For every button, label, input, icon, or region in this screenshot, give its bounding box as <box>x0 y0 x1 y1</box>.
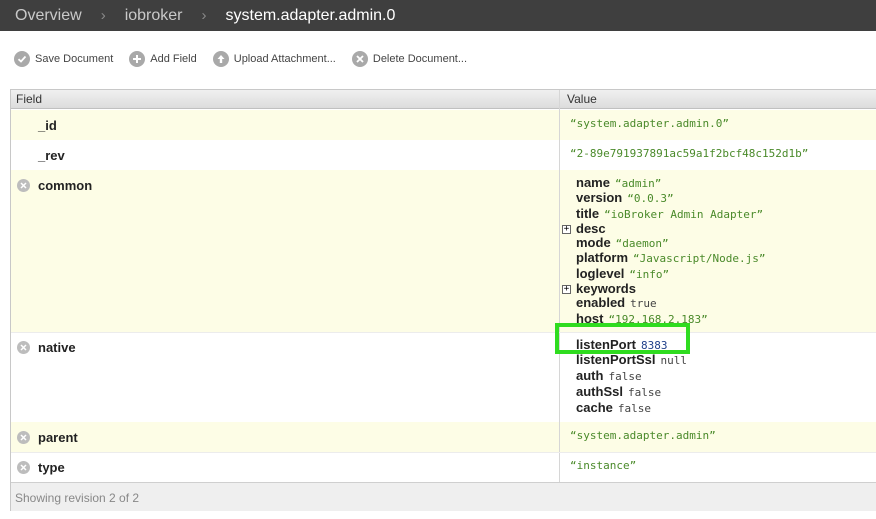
plus-icon <box>129 51 146 67</box>
breadcrumb-database[interactable]: iobroker <box>125 7 183 25</box>
table-row-rev[interactable]: _rev “2-89e791937891ac59a1f2bcf48c152d1b… <box>11 140 876 170</box>
value-cell[interactable]: “2-89e791937891ac59a1f2bcf48c152d1b” <box>560 140 876 170</box>
delete-document-label: Delete Document... <box>372 53 468 65</box>
close-icon <box>351 51 368 67</box>
breadcrumb-overview[interactable]: Overview <box>15 7 82 25</box>
delete-field-icon[interactable] <box>17 431 30 444</box>
value-cell[interactable]: name “admin” version “0.0.3” title “ioBroke… <box>560 170 876 332</box>
field-value: “system.adapter.admin” <box>570 429 716 442</box>
object-entry: enabled true <box>576 295 657 310</box>
table-row-id[interactable]: _id “system.adapter.admin.0” <box>11 110 876 140</box>
field-column-header: Field <box>16 92 43 106</box>
field-name: type <box>38 460 65 475</box>
table-row-type[interactable]: type “instance” <box>11 452 876 482</box>
highlight-box <box>555 323 690 354</box>
value-cell[interactable]: “instance” <box>560 452 876 482</box>
arrow-up-icon <box>212 51 229 67</box>
value-cell[interactable]: “system.adapter.admin.0” <box>560 110 876 140</box>
delete-field-icon[interactable] <box>17 179 30 192</box>
object-entry: authSsl false <box>576 384 662 399</box>
add-field-label: Add Field <box>150 53 197 65</box>
object-entry: platform “Javascript/Node.js” <box>576 250 766 265</box>
table-row-common[interactable]: common name “admin” version “0.0.3” title “… <box>11 170 876 332</box>
object-entry: cache false <box>576 400 651 415</box>
object-entry: listenPortSsl null <box>576 352 687 367</box>
checkmark-icon <box>14 51 30 67</box>
row-divider <box>11 452 876 453</box>
column-divider <box>559 90 560 482</box>
expand-icon[interactable]: + <box>562 285 571 294</box>
row-divider <box>11 332 876 333</box>
value-cell[interactable]: “system.adapter.admin” <box>560 422 876 452</box>
revision-status: Showing revision 2 of 2 <box>15 491 140 505</box>
save-document-button[interactable]: Save Document <box>14 51 113 67</box>
object-entry: version “0.0.3” <box>576 190 674 205</box>
field-name: _rev <box>38 148 65 163</box>
field-value: “instance” <box>570 459 637 472</box>
add-field-button[interactable]: Add Field <box>129 51 197 67</box>
save-document-label: Save Document <box>35 53 114 65</box>
field-name: _id <box>38 118 57 133</box>
field-value: “system.adapter.admin.0” <box>570 117 729 130</box>
object-entry: mode “daemon” <box>576 235 669 250</box>
field-value: “2-89e791937891ac59a1f2bcf48c152d1b” <box>570 147 809 160</box>
table-header: Field Value <box>11 90 876 109</box>
document-fields-table: Field Value _id “system.adapter.admin.0”… <box>10 89 876 511</box>
upload-attachment-label: Upload Attachment... <box>233 53 336 65</box>
object-entry-collapsed: desc <box>576 221 606 236</box>
breadcrumb: Overview › iobroker › system.adapter.adm… <box>0 0 876 31</box>
table-row-parent[interactable]: parent “system.adapter.admin” <box>11 422 876 452</box>
revision-footer: Showing revision 2 of 2 <box>11 482 876 511</box>
upload-attachment-button[interactable]: Upload Attachment... <box>212 51 336 67</box>
expand-icon[interactable]: + <box>562 225 571 234</box>
field-name: parent <box>38 430 78 445</box>
field-name: common <box>38 178 93 193</box>
delete-field-icon[interactable] <box>17 461 30 474</box>
delete-field-icon[interactable] <box>17 341 30 354</box>
field-name: native <box>38 340 76 355</box>
value-column-header: Value <box>567 92 597 106</box>
document-toolbar: Save Document Add Field Upload Attachmen… <box>0 44 483 74</box>
chevron-right-icon: › <box>100 7 106 24</box>
chevron-right-icon: › <box>201 7 207 24</box>
object-entry: loglevel “info” <box>576 266 670 281</box>
table-row-native[interactable]: native listenPort 8383 listenPortSsl null … <box>11 332 876 422</box>
delete-document-button[interactable]: Delete Document... <box>351 51 468 67</box>
object-entry: name “admin” <box>576 175 662 190</box>
object-entry-collapsed: keywords <box>576 281 636 296</box>
object-entry: auth false <box>576 368 642 383</box>
breadcrumb-document: system.adapter.admin.0 <box>225 6 396 24</box>
object-entry: title “ioBroker Admin Adapter” <box>576 206 764 221</box>
